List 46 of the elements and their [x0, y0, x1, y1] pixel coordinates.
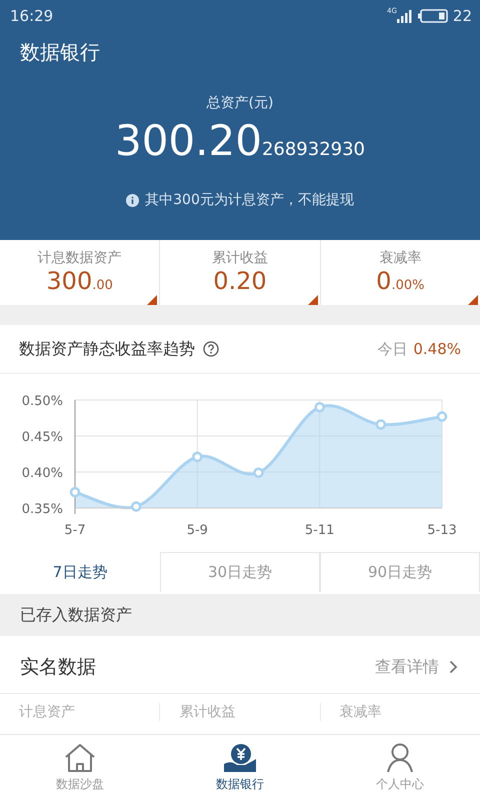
hand-coin-icon	[223, 742, 257, 772]
y-axis-label: 0.45%	[22, 430, 63, 445]
data-point	[314, 402, 325, 412]
data-point	[70, 486, 80, 498]
house-icon	[63, 742, 97, 772]
nav-tab[interactable]: 个人中心	[320, 735, 480, 800]
y-axis-label: 0.40%	[22, 466, 63, 481]
trend-title: 数据资产静态收益率趋势	[19, 338, 195, 360]
signal-icon	[396, 10, 413, 22]
total-assets-label: 总资产(元)	[206, 94, 274, 112]
data-point	[436, 411, 448, 422]
nav-tab[interactable]: 数据银行	[160, 735, 320, 800]
corner-mark-icon	[308, 295, 318, 305]
x-axis-label: 5-9	[186, 523, 208, 538]
info-icon	[126, 194, 140, 206]
y-axis-label: 0.35%	[22, 502, 63, 517]
column-label: 计息资产	[18, 702, 76, 720]
today-label: 今日	[377, 340, 408, 358]
data-point	[192, 452, 203, 462]
stat-card[interactable]: 计息数据资产 300.00	[0, 240, 160, 305]
section-header: 已存入数据资产	[0, 594, 480, 636]
item-title: 实名数据	[20, 655, 96, 680]
y-axis-label: 0.50%	[22, 394, 63, 409]
corner-mark-icon	[147, 295, 158, 305]
corner-mark-icon	[468, 295, 478, 305]
x-axis-label: 5-7	[64, 523, 86, 538]
column-label: 衰减率	[320, 702, 480, 720]
period-tab[interactable]: 30日走势	[160, 552, 320, 592]
total-assets-value: 300.20268932930	[114, 116, 366, 165]
battery-level: 22	[452, 7, 472, 25]
period-tab[interactable]: 90日走势	[320, 552, 480, 592]
help-icon[interactable]	[203, 341, 219, 357]
x-axis-label: 5-11	[304, 523, 334, 538]
view-details-link[interactable]: 查看详情	[375, 656, 458, 678]
note-text: 其中300元为计息资产，不能提现	[145, 191, 354, 209]
data-point	[376, 419, 386, 430]
data-point	[253, 467, 264, 478]
page-title: 数据银行	[19, 39, 100, 66]
chevron-icon	[449, 660, 458, 674]
nav-tab[interactable]: 数据沙盘	[0, 735, 160, 800]
data-point	[130, 501, 142, 512]
today-rate: 0.48%	[413, 340, 461, 358]
battery-icon	[418, 9, 448, 23]
status-time: 16:29	[10, 7, 54, 25]
x-axis-label: 5-13	[427, 523, 457, 538]
column-label: 累计收益	[159, 702, 320, 720]
